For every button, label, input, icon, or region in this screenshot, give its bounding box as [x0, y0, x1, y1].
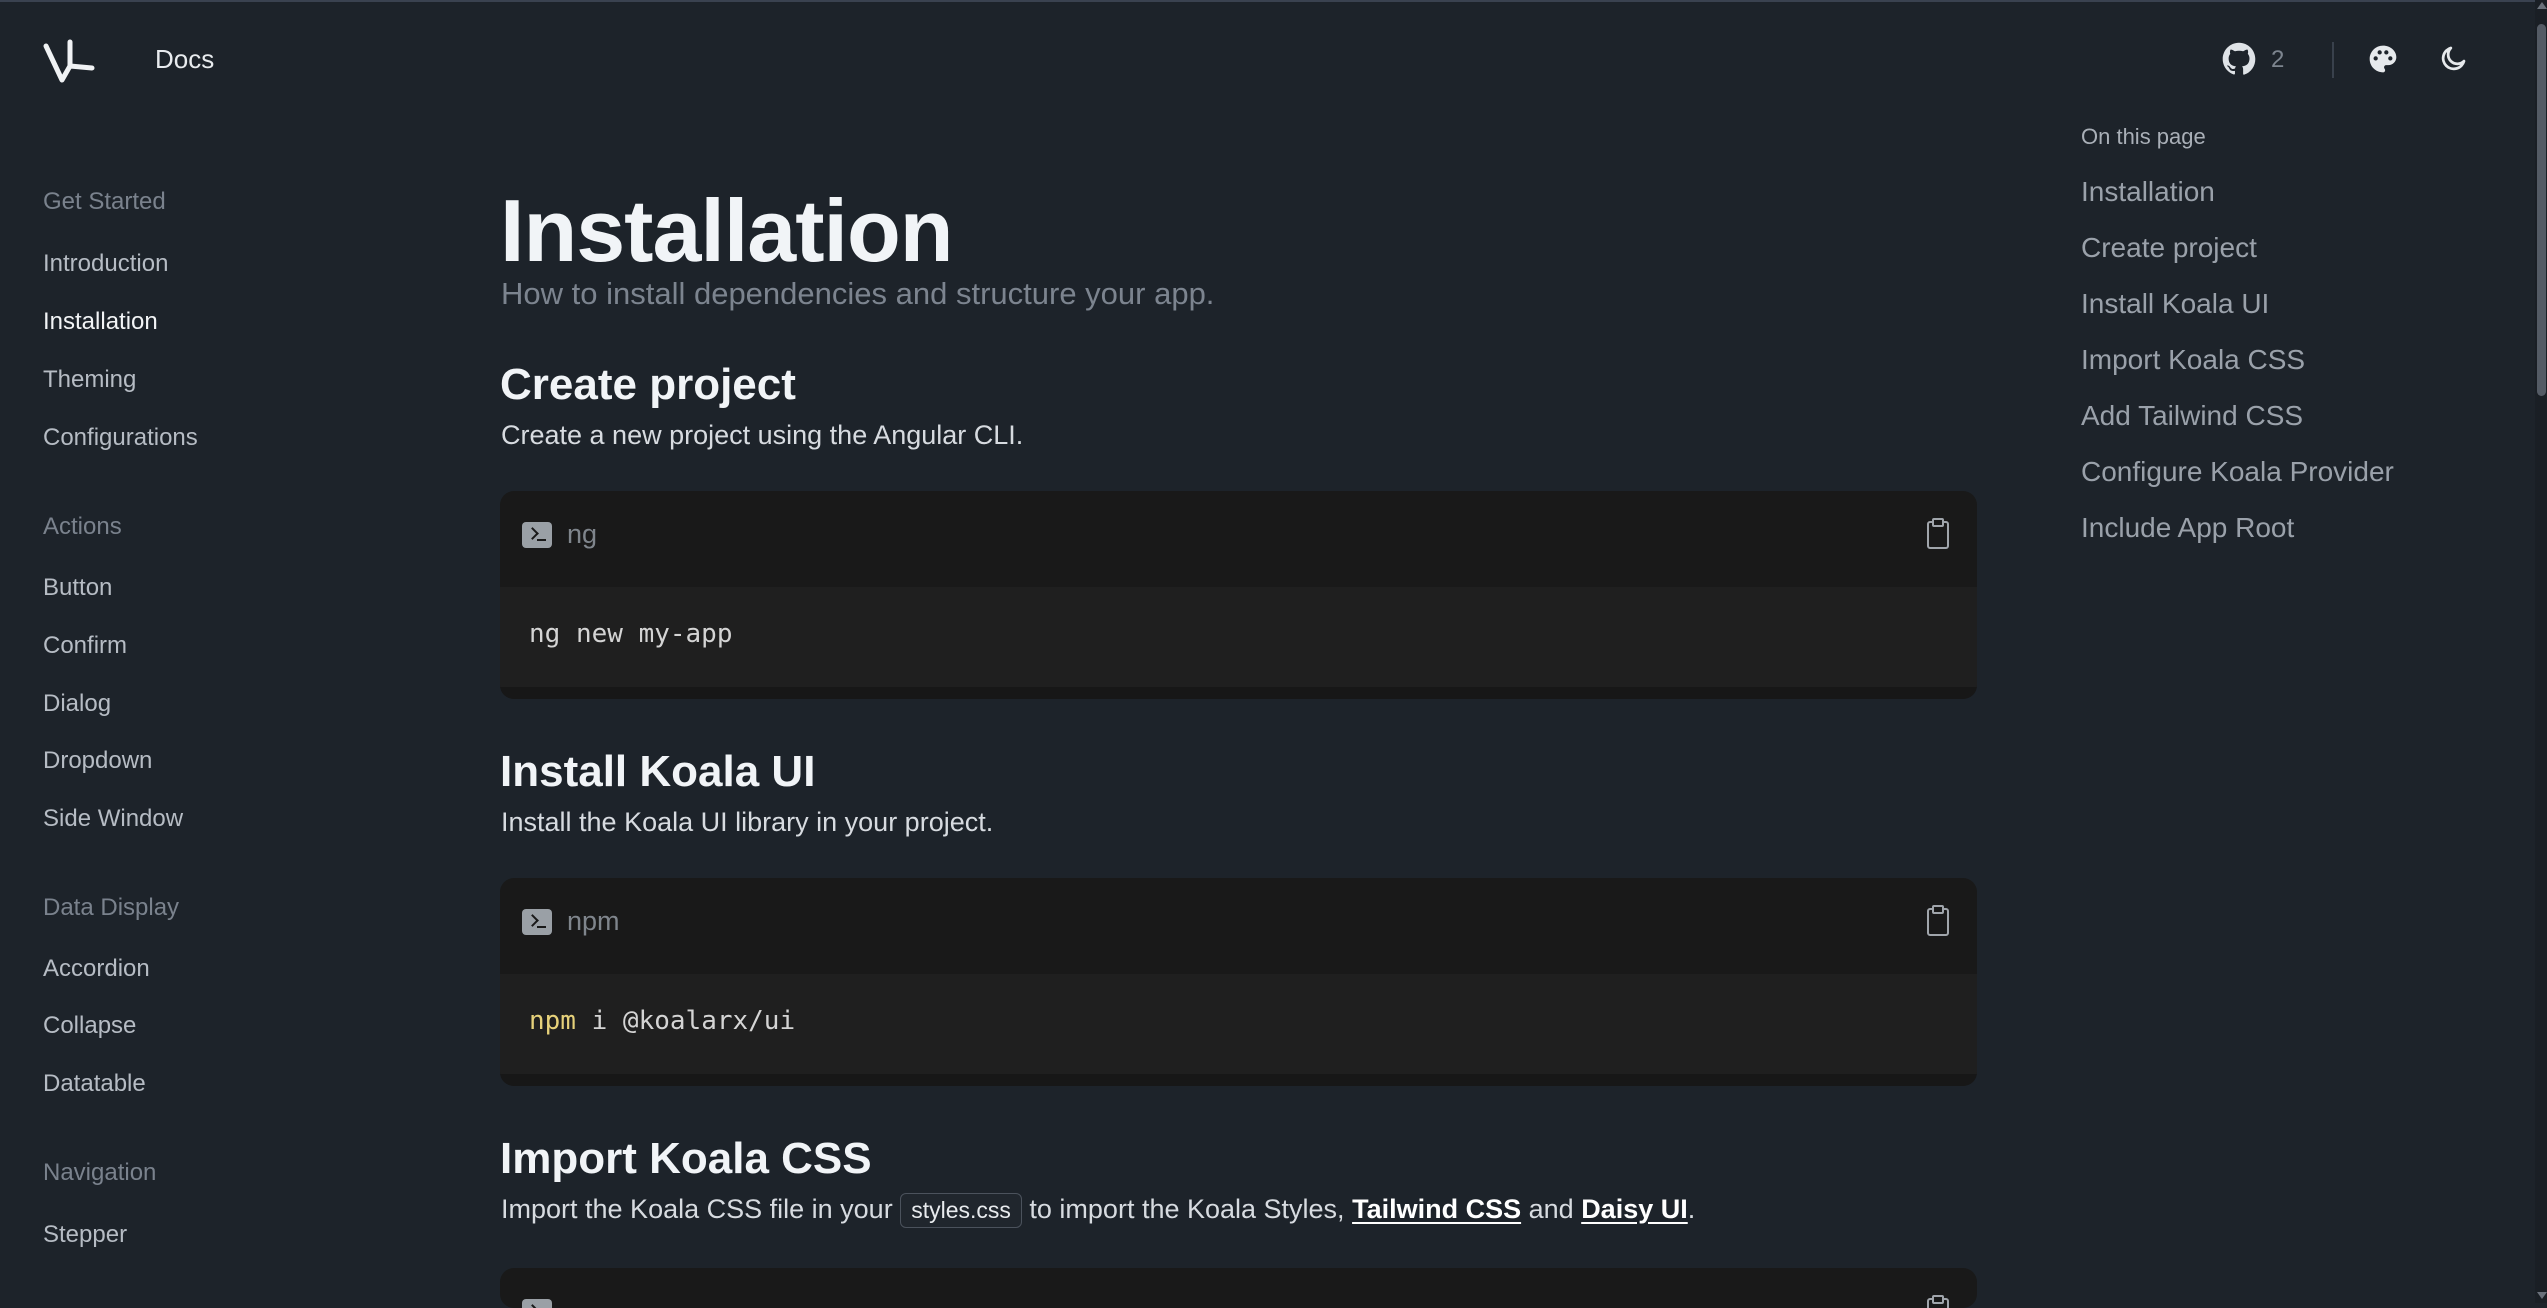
desc-text: Import the Koala CSS file in your	[501, 1194, 893, 1224]
sidebar-item-dialog[interactable]: Dialog	[43, 690, 111, 718]
github-icon[interactable]	[2222, 42, 2256, 76]
link-daisy-ui[interactable]: Daisy UI	[1581, 1194, 1688, 1224]
desc-text: and	[1528, 1194, 1574, 1224]
code-block-header	[500, 1268, 1977, 1308]
sidebar-item-accordion[interactable]: Accordion	[43, 955, 150, 983]
sidebar-item-configurations[interactable]: Configurations	[43, 424, 198, 452]
sidebar-item-confirm[interactable]: Confirm	[43, 632, 127, 660]
koala-logo-icon[interactable]	[40, 34, 100, 88]
palette-icon[interactable]	[2367, 43, 2399, 75]
code-args: i @koalarx/ui	[575, 1006, 796, 1036]
section-desc-import-koala-css: Import the Koala CSS file in your styles…	[501, 1193, 1695, 1228]
sidebar-item-installation[interactable]: Installation	[43, 308, 158, 336]
github-star-count: 2	[2271, 46, 2285, 73]
code-block-footer	[500, 1074, 1977, 1086]
toc-item-install-koala-ui[interactable]: Install Koala UI	[2081, 288, 2269, 320]
sidebar-group-get-started: Get Started	[43, 188, 166, 215]
clipboard-icon[interactable]	[1927, 905, 1949, 936]
sidebar-item-theming[interactable]: Theming	[43, 366, 136, 394]
clipboard-icon[interactable]	[1927, 518, 1949, 549]
code-block-npm: npm npm i @koalarx/ui	[500, 878, 1977, 1086]
sidebar-group-navigation: Navigation	[43, 1159, 157, 1186]
page-title: Installation	[500, 181, 953, 280]
toc-heading: On this page	[2081, 124, 2206, 149]
terminal-icon	[522, 909, 552, 935]
section-title-create-project: Create project	[500, 360, 796, 409]
moon-icon[interactable]	[2439, 43, 2469, 73]
code-line: ng new my-app	[529, 619, 733, 649]
sidebar-item-dropdown[interactable]: Dropdown	[43, 747, 152, 775]
section-title-import-koala-css: Import Koala CSS	[500, 1134, 872, 1183]
scroll-down-arrow-icon[interactable]	[2537, 1292, 2547, 1299]
header-divider	[2332, 42, 2334, 78]
toc-item-import-koala-css[interactable]: Import Koala CSS	[2081, 344, 2305, 376]
section-desc-install-koala-ui: Install the Koala UI library in your pro…	[501, 807, 994, 837]
toc-item-configure-koala-provider[interactable]: Configure Koala Provider	[2081, 456, 2394, 488]
desc-text: .	[1687, 1194, 1696, 1224]
code-block-css	[500, 1268, 1977, 1308]
code-block-header: npm	[500, 878, 1977, 974]
inline-code-styles-css: styles.css	[900, 1193, 1022, 1228]
sidebar-item-button[interactable]: Button	[43, 574, 112, 602]
code-lang-label: npm	[567, 906, 620, 936]
toc-item-include-app-root[interactable]: Include App Root	[2081, 512, 2294, 544]
clipboard-icon[interactable]	[1927, 1295, 1949, 1308]
link-tailwind-css[interactable]: Tailwind CSS	[1352, 1194, 1521, 1224]
docs-link[interactable]: Docs	[155, 44, 214, 75]
sidebar-item-stepper[interactable]: Stepper	[43, 1221, 127, 1249]
sidebar-group-data-display: Data Display	[43, 894, 180, 921]
desc-text: to import the Koala Styles,	[1029, 1194, 1345, 1224]
section-title-install-koala-ui: Install Koala UI	[500, 747, 816, 796]
terminal-icon	[522, 522, 552, 548]
code-line: npm i @koalarx/ui	[529, 1006, 795, 1036]
sidebar-group-actions: Actions	[43, 513, 122, 540]
code-body: ng new my-app	[500, 587, 1977, 687]
scrollbar-thumb[interactable]	[2537, 24, 2546, 396]
code-block-ng: ng ng new my-app	[500, 491, 1977, 699]
code-body: npm i @koalarx/ui	[500, 974, 1977, 1074]
sidebar-item-introduction[interactable]: Introduction	[43, 250, 168, 278]
toc-item-create-project[interactable]: Create project	[2081, 232, 2257, 264]
code-block-header: ng	[500, 491, 1977, 587]
section-desc-create-project: Create a new project using the Angular C…	[501, 420, 1024, 450]
code-lang-label: ng	[567, 519, 598, 549]
sidebar-item-collapse[interactable]: Collapse	[43, 1012, 136, 1040]
scroll-up-arrow-icon[interactable]	[2537, 2, 2547, 9]
page-subtitle: How to install dependencies and structur…	[501, 276, 1215, 311]
top-header: Docs 2	[0, 0, 2535, 122]
sidebar-item-datatable[interactable]: Datatable	[43, 1070, 146, 1098]
sidebar-item-side-window[interactable]: Side Window	[43, 805, 183, 833]
code-block-footer	[500, 687, 1977, 699]
toc-item-installation[interactable]: Installation	[2081, 176, 2215, 208]
code-keyword: npm	[529, 1006, 576, 1036]
terminal-icon	[522, 1299, 552, 1308]
toc-item-add-tailwind-css[interactable]: Add Tailwind CSS	[2081, 400, 2303, 432]
